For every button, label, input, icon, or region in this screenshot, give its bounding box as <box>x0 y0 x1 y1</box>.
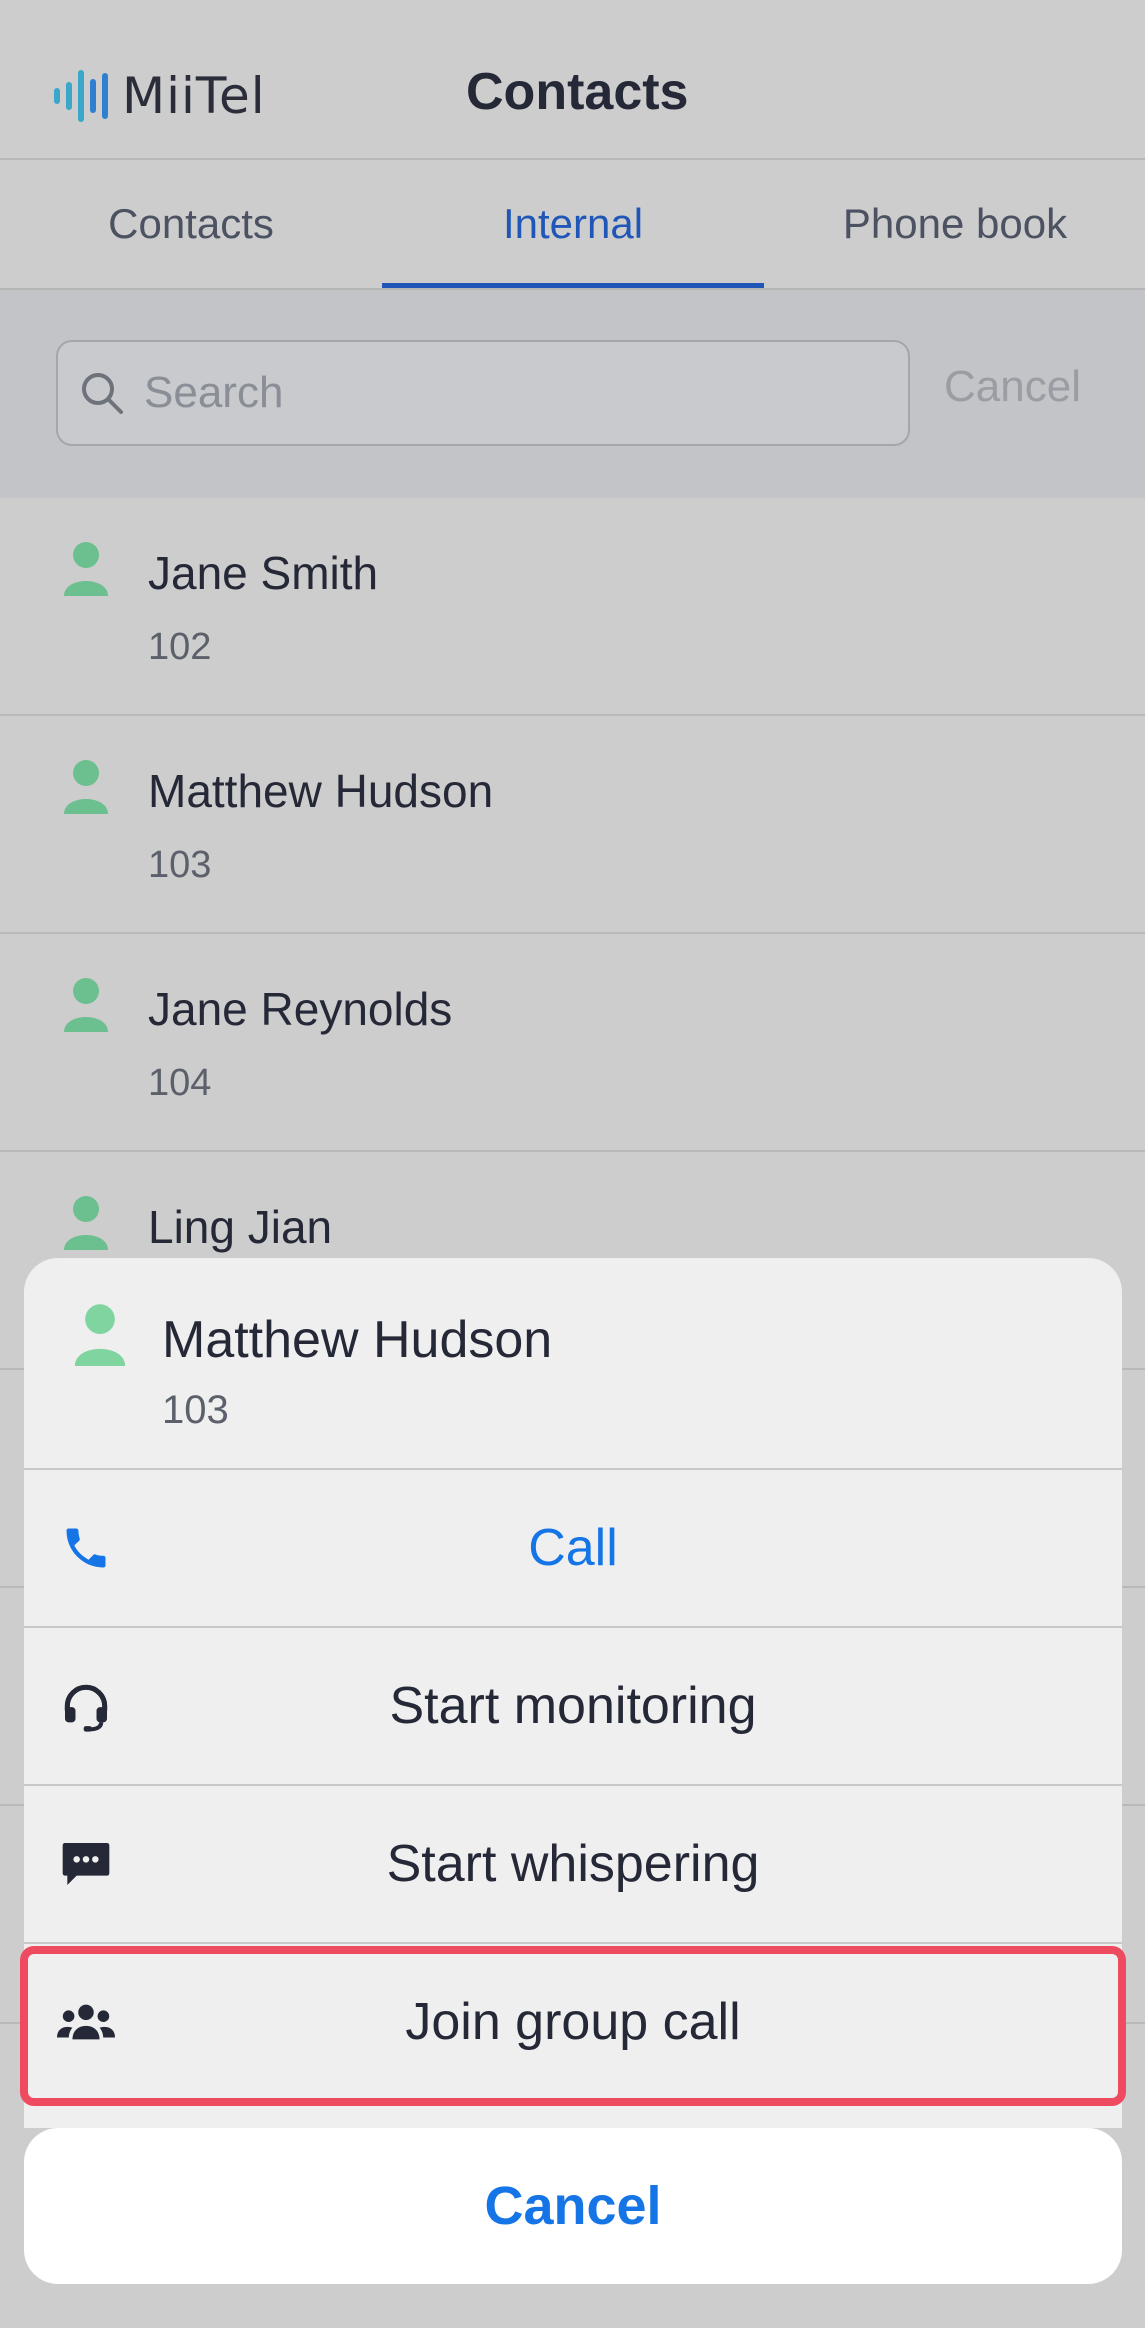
action-sheet-header: Matthew Hudson 103 <box>24 1258 1122 1470</box>
person-icon <box>64 1196 108 1250</box>
logo-text: MiiTel <box>122 67 266 125</box>
contact-extension: 102 <box>148 626 212 668</box>
sheet-cancel-button[interactable]: Cancel <box>24 2128 1122 2284</box>
contact-name: Jane Smith <box>148 547 379 599</box>
action-sheet: Matthew Hudson 103 Call Start monitoring <box>24 1258 1122 2128</box>
list-item[interactable]: Jane Reynolds 104 <box>0 934 1145 1152</box>
miitel-logo: MiiTel <box>54 64 266 128</box>
chat-bubble-icon <box>56 1834 116 1894</box>
search-field[interactable] <box>56 340 910 446</box>
start-whispering-button[interactable]: Start whispering <box>24 1786 1122 1944</box>
join-group-call-button[interactable]: Join group call <box>24 1944 1122 2102</box>
page-title: Contacts <box>466 63 689 121</box>
contact-extension: 103 <box>148 844 212 886</box>
call-button[interactable]: Call <box>24 1470 1122 1628</box>
start-monitoring-label: Start monitoring <box>389 1677 757 1735</box>
logo-bars-icon <box>54 70 108 122</box>
selected-contact-name: Matthew Hudson <box>162 1311 553 1369</box>
phone-icon <box>56 1518 116 1578</box>
start-whispering-label: Start whispering <box>386 1835 760 1893</box>
join-group-call-label: Join group call <box>405 1993 741 2051</box>
call-label: Call <box>528 1519 618 1577</box>
contact-name: Ling Jian <box>148 1201 333 1253</box>
list-item[interactable]: Matthew Hudson 103 <box>0 716 1145 934</box>
person-icon <box>64 542 108 596</box>
search-input[interactable] <box>142 367 866 419</box>
active-tab-indicator <box>382 283 764 288</box>
start-monitoring-button[interactable]: Start monitoring <box>24 1628 1122 1786</box>
tab-internal[interactable]: Internal <box>382 160 764 288</box>
person-icon <box>74 1304 126 1366</box>
search-icon <box>80 371 124 415</box>
contact-name: Jane Reynolds <box>148 983 453 1035</box>
contact-extension: 104 <box>148 1062 212 1104</box>
selected-contact-extension: 103 <box>162 1388 229 1432</box>
contact-name: Matthew Hudson <box>148 765 494 817</box>
list-item[interactable]: Jane Smith 102 <box>0 498 1145 716</box>
tab-phone-book[interactable]: Phone book <box>764 160 1145 288</box>
tab-bar: Contacts Internal Phone book <box>0 160 1145 290</box>
person-icon <box>64 760 108 814</box>
search-cancel-button[interactable]: Cancel <box>944 362 1081 412</box>
tab-contacts[interactable]: Contacts <box>0 160 382 288</box>
headset-icon <box>56 1676 116 1736</box>
group-icon <box>56 1992 116 2052</box>
person-icon <box>64 978 108 1032</box>
